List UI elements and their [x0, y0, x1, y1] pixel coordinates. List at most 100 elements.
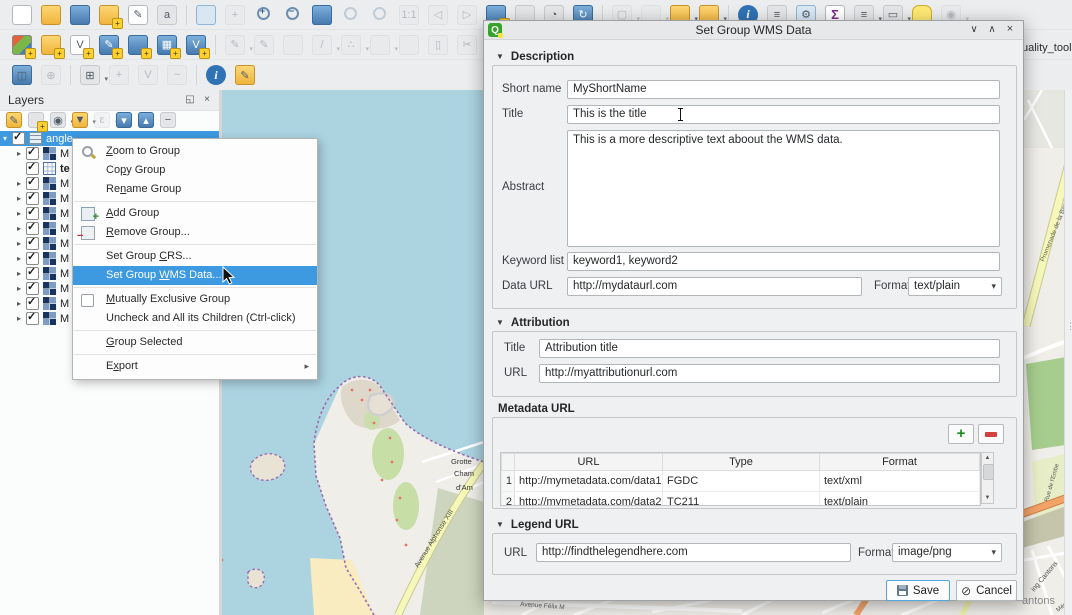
- pan-to-selection-icon[interactable]: [225, 5, 245, 25]
- expander-icon[interactable]: ▾: [0, 134, 10, 143]
- zoom-full-extent-icon[interactable]: [312, 5, 332, 25]
- add-point-feature-icon[interactable]: [341, 35, 361, 55]
- shade-down-icon[interactable]: ∨: [965, 21, 983, 39]
- layer-checkbox[interactable]: [26, 297, 39, 310]
- remove-metadata-row-button[interactable]: [978, 424, 1004, 444]
- add-mesh-layer-icon[interactable]: [128, 35, 148, 55]
- layer-checkbox[interactable]: [26, 162, 39, 175]
- add-wfs-layer-icon[interactable]: [186, 35, 206, 55]
- options-wrench-icon[interactable]: [235, 65, 255, 85]
- filter-by-expression-icon[interactable]: [94, 112, 110, 128]
- project-save-as-icon[interactable]: [99, 5, 119, 25]
- expander-icon[interactable]: ▸: [14, 194, 24, 203]
- legend-format-combo[interactable]: image/png: [892, 543, 1002, 562]
- title-input[interactable]: This is the title: [567, 105, 1000, 124]
- zoom-last-icon[interactable]: [428, 5, 448, 25]
- vertex-edit-icon[interactable]: [138, 65, 158, 85]
- layer-checkbox[interactable]: [26, 252, 39, 265]
- shade-up-icon[interactable]: ∧: [983, 21, 1001, 39]
- expand-all-icon[interactable]: [116, 112, 132, 128]
- expander-icon[interactable]: ▸: [14, 209, 24, 218]
- expander-icon[interactable]: ▸: [14, 299, 24, 308]
- copy-move-feature-icon[interactable]: [109, 65, 129, 85]
- float-panel-icon[interactable]: ◱: [183, 93, 197, 107]
- add-group-icon[interactable]: [28, 112, 44, 128]
- move-feature-icon[interactable]: [12, 65, 32, 85]
- menu-item-rename-group[interactable]: Rename Group: [73, 180, 317, 199]
- project-properties-icon[interactable]: [128, 5, 148, 25]
- legend-url-input[interactable]: http://findthelegendhere.com: [536, 543, 851, 562]
- expander-icon[interactable]: ▸: [14, 314, 24, 323]
- add-metadata-row-button[interactable]: [948, 424, 974, 444]
- data-source-manager-icon[interactable]: [12, 35, 32, 55]
- add-raster-layer-icon[interactable]: [157, 35, 177, 55]
- menu-item-set-group-wms-data[interactable]: Set Group WMS Data...: [73, 266, 317, 285]
- expander-icon[interactable]: ▸: [14, 284, 24, 293]
- menu-item-group-selected[interactable]: Group Selected: [73, 333, 317, 352]
- add-delimited-text-layer-icon[interactable]: [99, 35, 119, 55]
- offset-curve-icon[interactable]: [167, 65, 187, 85]
- cancel-button[interactable]: Cancel: [956, 580, 1017, 601]
- expander-icon[interactable]: ▸: [14, 149, 24, 158]
- menu-item-copy-group[interactable]: Copy Group: [73, 161, 317, 180]
- cut-features-icon[interactable]: [457, 35, 477, 55]
- metadata-table[interactable]: URL Type Format 1 http://mymetadata.com/…: [500, 452, 981, 506]
- layer-checkbox[interactable]: [26, 147, 39, 160]
- scroll-thumb[interactable]: [983, 464, 994, 480]
- expander-icon[interactable]: ▸: [14, 239, 24, 248]
- metadata-format-cell[interactable]: text/plain: [820, 492, 980, 507]
- keyword-list-input[interactable]: keyword1, keyword2: [567, 252, 1000, 271]
- metadata-type-cell[interactable]: TC211: [663, 492, 820, 507]
- layer-checkbox[interactable]: [26, 267, 39, 280]
- layer-checkbox[interactable]: [26, 207, 39, 220]
- metadata-row[interactable]: 1 http://mymetadata.com/data1 FGDC text/…: [502, 471, 980, 492]
- style-manager-icon[interactable]: [157, 5, 177, 25]
- vertex-tool-icon[interactable]: [370, 35, 390, 55]
- project-open-icon[interactable]: [41, 5, 61, 25]
- save-button[interactable]: Save: [886, 580, 950, 601]
- expander-icon[interactable]: ▸: [14, 179, 24, 188]
- zoom-to-layer-icon[interactable]: [370, 5, 390, 25]
- metadata-row[interactable]: 2 http://mymetadata.com/data2 TC211 text…: [502, 492, 980, 507]
- menu-item-add-group[interactable]: Add Group: [73, 204, 317, 223]
- filter-legend-icon[interactable]: [72, 112, 88, 128]
- save-layer-edits-icon[interactable]: [283, 35, 303, 55]
- rotate-feature-icon[interactable]: [41, 65, 61, 85]
- collapsed-panel-strip[interactable]: [1064, 90, 1072, 615]
- short-name-input[interactable]: MyShortName: [567, 80, 1000, 99]
- zoom-next-icon[interactable]: [457, 5, 477, 25]
- metadata-url-cell[interactable]: http://mymetadata.com/data1: [515, 471, 663, 492]
- layer-checkbox[interactable]: [26, 282, 39, 295]
- zoom-to-selection-icon[interactable]: [341, 5, 361, 25]
- toggle-editing-icon[interactable]: [254, 35, 274, 55]
- layer-checkbox[interactable]: [26, 237, 39, 250]
- menu-item-set-group-crs[interactable]: Set Group CRS...: [73, 247, 317, 266]
- manage-map-themes-icon[interactable]: [50, 112, 66, 128]
- data-format-combo[interactable]: text/plain: [908, 277, 1002, 296]
- scroll-up-icon[interactable]: ▲: [982, 453, 993, 463]
- current-edits-icon[interactable]: [225, 35, 245, 55]
- attribution-title-input[interactable]: Attribution title: [539, 339, 1000, 358]
- zoom-in-icon[interactable]: [254, 5, 274, 25]
- expander-icon[interactable]: ▸: [14, 269, 24, 278]
- menu-item-uncheck-children[interactable]: Uncheck and All its Children (Ctrl-click…: [73, 309, 317, 328]
- expander-icon[interactable]: ▸: [14, 254, 24, 263]
- project-new-icon[interactable]: [12, 5, 32, 25]
- zoom-out-icon[interactable]: [283, 5, 303, 25]
- modify-attributes-icon[interactable]: [399, 35, 419, 55]
- section-legend-url[interactable]: ▼Legend URL: [496, 519, 579, 531]
- layer-checkbox[interactable]: [26, 222, 39, 235]
- menu-item-zoom-to-group[interactable]: Zoom to Group: [73, 142, 317, 161]
- layer-checkbox[interactable]: [26, 192, 39, 205]
- metadata-type-cell[interactable]: FGDC: [663, 471, 820, 492]
- data-url-input[interactable]: http://mydataurl.com: [567, 277, 862, 296]
- scroll-down-icon[interactable]: ▼: [982, 493, 993, 503]
- identify-info-icon[interactable]: [206, 65, 226, 85]
- open-layer-styling-icon[interactable]: [6, 112, 22, 128]
- expander-icon[interactable]: ▸: [14, 224, 24, 233]
- metadata-url-cell[interactable]: http://mymetadata.com/data2: [515, 492, 663, 507]
- menu-item-export[interactable]: Export: [73, 357, 317, 376]
- add-ogr-layer-icon[interactable]: [41, 35, 61, 55]
- zoom-native-icon[interactable]: [399, 5, 419, 25]
- add-vector-layer-icon[interactable]: [70, 35, 90, 55]
